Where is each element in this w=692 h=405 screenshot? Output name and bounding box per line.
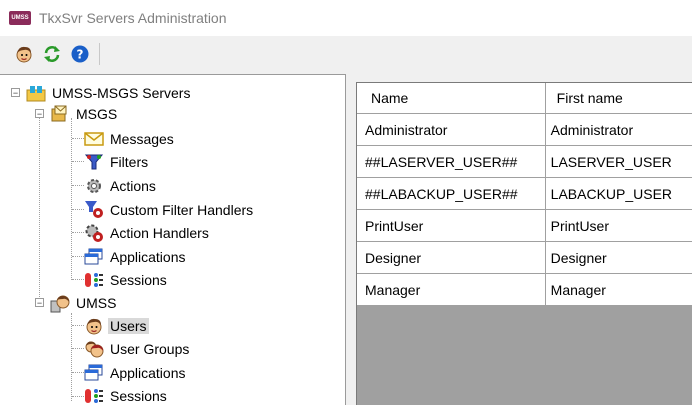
application-window-icon bbox=[84, 363, 104, 383]
server-tree: − UMSS-MSGS Servers − MSGS Messages bbox=[0, 74, 346, 405]
collapse-root-toggle[interactable]: − bbox=[11, 88, 20, 97]
tree-item-label: User Groups bbox=[108, 341, 191, 357]
tree-item-label: Messages bbox=[108, 131, 176, 147]
sessions-icon bbox=[84, 386, 104, 405]
title-bar: UMSS TkxSvr Servers Administration bbox=[0, 0, 692, 36]
envelope-icon bbox=[84, 129, 104, 149]
msgs-server-icon bbox=[50, 104, 70, 124]
tree-item-action-handlers[interactable]: Action Handlers bbox=[84, 221, 211, 244]
table-row[interactable]: Designer Designer bbox=[357, 242, 692, 274]
filter-handler-icon bbox=[84, 200, 104, 220]
toolbar: ? bbox=[0, 36, 692, 72]
collapse-umss-toggle[interactable]: − bbox=[35, 298, 44, 307]
servers-folder-icon bbox=[26, 83, 46, 103]
filter-funnel-icon bbox=[84, 152, 104, 172]
cell-first-name: PrintUser bbox=[545, 210, 692, 242]
cell-first-name: Administrator bbox=[545, 114, 692, 146]
toolbar-separator bbox=[99, 43, 100, 65]
help-button[interactable]: ? bbox=[69, 43, 91, 65]
tree-item-label: Sessions bbox=[108, 272, 169, 288]
tree-item-user-groups[interactable]: User Groups bbox=[84, 337, 191, 360]
cell-first-name: LASERVER_USER bbox=[545, 146, 692, 178]
refresh-button[interactable] bbox=[41, 43, 63, 65]
tree-item-custom-filter-handlers[interactable]: Custom Filter Handlers bbox=[84, 198, 255, 221]
tree-item-label: Applications bbox=[108, 249, 188, 265]
svg-text:?: ? bbox=[77, 48, 84, 62]
tree-item-label: Filters bbox=[108, 154, 150, 170]
table-row[interactable]: Administrator Administrator bbox=[357, 114, 692, 146]
tree-item-msgs-sessions[interactable]: Sessions bbox=[84, 268, 169, 291]
tree-item-msgs-applications[interactable]: Applications bbox=[84, 245, 188, 268]
tree-item-label: Custom Filter Handlers bbox=[108, 202, 255, 218]
user-face-icon bbox=[14, 44, 34, 64]
table-header-row: Name First name bbox=[357, 83, 692, 114]
tree-item-umss-sessions[interactable]: Sessions bbox=[84, 384, 169, 405]
action-handler-icon bbox=[84, 223, 104, 243]
window-title: TkxSvr Servers Administration bbox=[39, 10, 227, 26]
user-group-icon bbox=[84, 339, 104, 359]
tree-msgs-label: MSGS bbox=[74, 106, 119, 122]
column-header-first-name[interactable]: First name bbox=[545, 83, 692, 114]
umss-server-icon bbox=[50, 293, 70, 313]
table-row[interactable]: ##LABACKUP_USER## LABACKUP_USER bbox=[357, 178, 692, 210]
tree-item-label: Applications bbox=[108, 365, 188, 381]
gear-icon bbox=[84, 176, 104, 196]
cell-name: Manager bbox=[357, 274, 545, 306]
tree-umss-label: UMSS bbox=[74, 295, 118, 311]
user-icon bbox=[84, 316, 104, 336]
tree-item-label: Actions bbox=[108, 178, 158, 194]
help-icon: ? bbox=[70, 44, 90, 64]
users-grid-area: Name First name Administrator Administra… bbox=[356, 82, 692, 405]
users-table: Name First name Administrator Administra… bbox=[357, 83, 692, 306]
application-window-icon bbox=[84, 247, 104, 267]
cell-name: Administrator bbox=[357, 114, 545, 146]
app-logo-icon: UMSS bbox=[9, 11, 31, 25]
tree-node-umss[interactable]: UMSS bbox=[50, 291, 118, 314]
cell-name: Designer bbox=[357, 242, 545, 274]
cell-name: PrintUser bbox=[357, 210, 545, 242]
cell-first-name: Manager bbox=[545, 274, 692, 306]
tree-item-messages[interactable]: Messages bbox=[84, 127, 176, 150]
table-row[interactable]: ##LASERVER_USER## LASERVER_USER bbox=[357, 146, 692, 178]
cell-first-name: LABACKUP_USER bbox=[545, 178, 692, 210]
cell-name: ##LABACKUP_USER## bbox=[357, 178, 545, 210]
tree-item-umss-applications[interactable]: Applications bbox=[84, 361, 188, 384]
tree-item-label: Users bbox=[108, 318, 149, 334]
column-header-name[interactable]: Name bbox=[357, 83, 545, 114]
tree-item-filters[interactable]: Filters bbox=[84, 150, 150, 173]
collapse-msgs-toggle[interactable]: − bbox=[35, 109, 44, 118]
table-row[interactable]: Manager Manager bbox=[357, 274, 692, 306]
tree-root-servers[interactable]: UMSS-MSGS Servers bbox=[26, 81, 192, 104]
tree-item-label: Sessions bbox=[108, 388, 169, 404]
tree-item-actions[interactable]: Actions bbox=[84, 174, 158, 197]
tree-node-msgs[interactable]: MSGS bbox=[50, 102, 119, 125]
tree-root-label: UMSS-MSGS Servers bbox=[50, 85, 192, 101]
table-row[interactable]: PrintUser PrintUser bbox=[357, 210, 692, 242]
sessions-icon bbox=[84, 270, 104, 290]
refresh-arrows-icon bbox=[42, 44, 62, 64]
cell-name: ##LASERVER_USER## bbox=[357, 146, 545, 178]
cell-first-name: Designer bbox=[545, 242, 692, 274]
user-wizard-button[interactable] bbox=[13, 43, 35, 65]
tree-item-users[interactable]: Users bbox=[84, 314, 149, 337]
tree-item-label: Action Handlers bbox=[108, 225, 211, 241]
